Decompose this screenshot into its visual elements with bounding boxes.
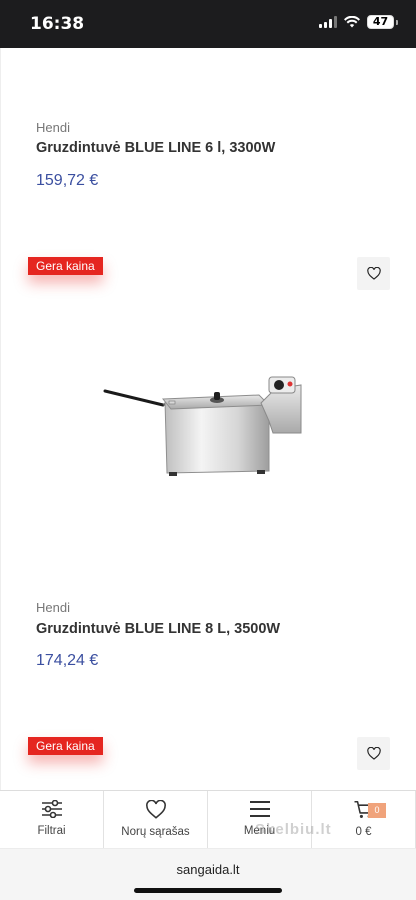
wishlist-label: Norų sąrašas (121, 826, 190, 838)
heart-icon (366, 267, 381, 280)
battery-level: 47 (372, 15, 389, 28)
bottom-nav: Filtrai Norų sąrašas Meniu 0 0 € Skelbiu… (0, 790, 416, 848)
cart-button[interactable]: 0 0 € (312, 791, 416, 848)
heart-icon (366, 747, 381, 760)
sale-badge: Gera kaina (28, 257, 103, 275)
deep-fryer-icon (103, 376, 302, 476)
product-brand: Hendi (36, 120, 70, 135)
status-time: 16:38 (30, 14, 85, 34)
heart-icon (145, 800, 166, 819)
hamburger-icon (249, 801, 270, 817)
filters-label: Filtrai (37, 825, 66, 837)
product-title[interactable]: Gruzdintuvė BLUE LINE 6 l, 3300W (36, 140, 275, 156)
product-list: Hendi Gruzdintuvė BLUE LINE 6 l, 3300W 1… (0, 48, 416, 790)
status-icons: 47 (319, 15, 398, 29)
browser-bar: sangaida.lt (0, 848, 416, 900)
filters-button[interactable]: Filtrai (0, 791, 104, 848)
product-price: 174,24 € (36, 652, 99, 669)
wishlist-button[interactable] (357, 257, 390, 290)
product-brand: Hendi (36, 600, 70, 615)
status-bar: 16:38 47 (0, 0, 416, 48)
sliders-icon (41, 800, 62, 818)
wifi-icon (344, 16, 360, 28)
menu-label: Meniu (243, 825, 276, 837)
home-indicator[interactable] (134, 888, 282, 893)
menu-button[interactable]: Meniu (208, 791, 312, 848)
battery-cap (396, 19, 398, 25)
product-title[interactable]: Gruzdintuvė BLUE LINE 8 L, 3500W (36, 621, 280, 637)
battery-icon: 47 (367, 15, 394, 29)
signal-icon (319, 16, 337, 28)
sale-badge: Gera kaina (28, 737, 103, 755)
wishlist-button[interactable] (357, 737, 390, 770)
url-text[interactable]: sangaida.lt (0, 862, 416, 877)
product-image-deep-fryer[interactable] (101, 363, 311, 481)
cart-count-badge: 0 (368, 803, 386, 818)
wishlist-nav-button[interactable]: Norų sąrašas (104, 791, 208, 848)
product-price: 159,72 € (36, 172, 99, 189)
cart-total: 0 € (355, 826, 372, 838)
